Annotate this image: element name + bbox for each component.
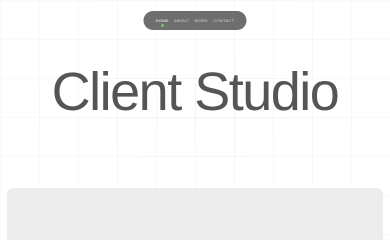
nav-item-work[interactable]: WORK: [194, 18, 208, 23]
nav-item-home[interactable]: HOME: [155, 18, 169, 27]
content-card: [7, 188, 383, 240]
nav-item-label: WORK: [194, 18, 209, 23]
nav-item-label: HOME: [155, 18, 169, 23]
active-indicator-dot: [160, 24, 164, 27]
page-background: HOME ABOUT WORK CONTACT Client Studio: [0, 0, 390, 240]
nav-item-label: CONTACT: [213, 18, 235, 23]
nav-item-contact[interactable]: CONTACT: [213, 18, 234, 23]
hero-title: Client Studio: [51, 62, 340, 122]
nav-item-label: ABOUT: [173, 18, 190, 23]
nav-item-about[interactable]: ABOUT: [174, 18, 189, 23]
main-nav: HOME ABOUT WORK CONTACT: [143, 11, 247, 30]
